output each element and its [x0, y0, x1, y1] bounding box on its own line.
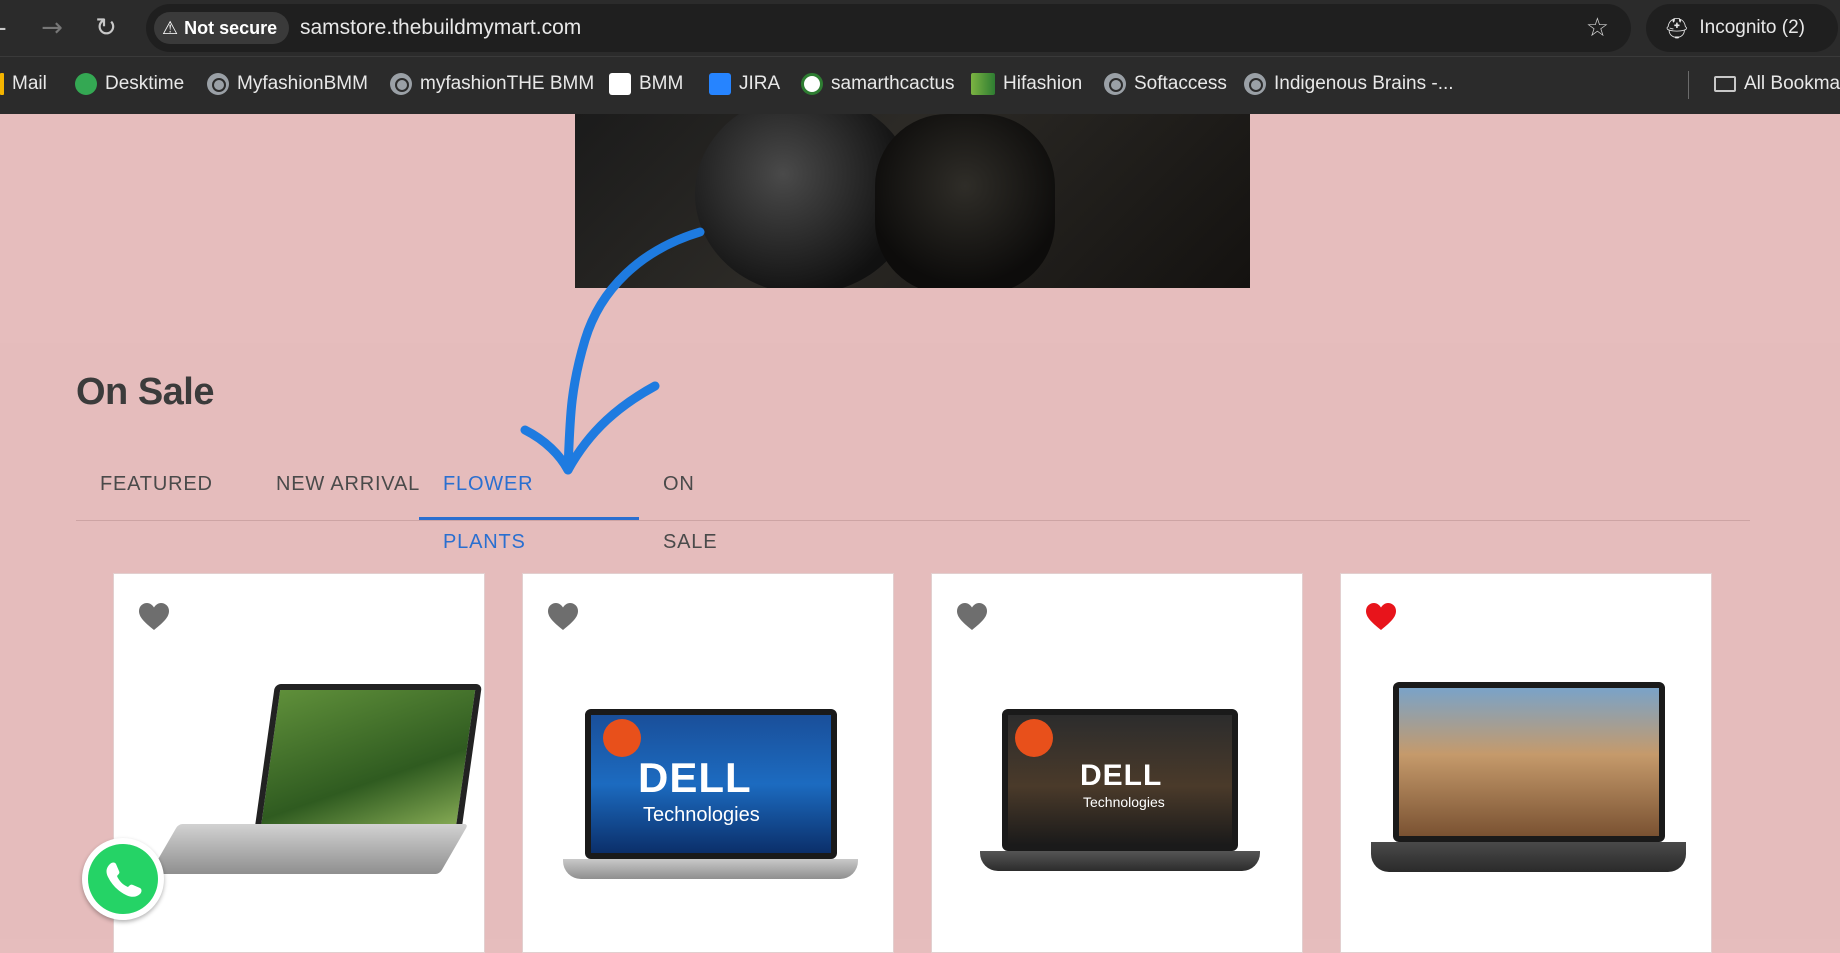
whatsapp-icon: [88, 844, 158, 914]
product-image[interactable]: DELL Technologies: [980, 709, 1260, 879]
bookmarks-bar: Mail Desktime MyfashionBMM myfashionTHE …: [0, 56, 1840, 114]
address-bar[interactable]: ⚠ Not secure samstore.thebuildmymart.com…: [146, 4, 1631, 52]
product-card[interactable]: DELL Technologies: [931, 573, 1303, 953]
dell-tagline: Technologies: [1083, 794, 1165, 810]
url-text[interactable]: samstore.thebuildmymart.com: [300, 16, 581, 40]
jira-icon: [709, 73, 731, 95]
bookmark-bmm[interactable]: BMM: [609, 73, 683, 95]
tab-flower-plants[interactable]: FLOWER PLANTS: [419, 455, 639, 553]
product-tabs: FEATURED NEW ARRIVAL FLOWER PLANTS ON SA…: [76, 455, 1750, 553]
bookmark-myfashion-the-bmm[interactable]: myfashionTHE BMM: [390, 73, 594, 95]
product-image[interactable]: [144, 684, 483, 884]
product-image[interactable]: DELL Technologies: [563, 709, 858, 884]
wishlist-heart-icon[interactable]: [138, 602, 170, 632]
bookmark-mail[interactable]: Mail: [0, 73, 47, 95]
trusted-brand-badge-icon: [603, 719, 641, 757]
dell-logo: DELL: [1080, 759, 1163, 792]
globe-icon: [1244, 73, 1266, 95]
bookmark-softaccess[interactable]: Softaccess: [1104, 73, 1227, 95]
forward-arrow-icon[interactable]: →: [36, 12, 68, 44]
tab-featured[interactable]: FEATURED: [76, 455, 252, 520]
hifashion-icon: [971, 73, 995, 95]
bookmark-desktime[interactable]: Desktime: [75, 73, 184, 95]
whatsapp-chat-button[interactable]: [82, 838, 164, 920]
product-card[interactable]: DELL Technologies: [522, 573, 894, 953]
bookmark-star-icon[interactable]: ☆: [1586, 14, 1609, 42]
globe-icon: [1104, 73, 1126, 95]
bookmark-indigenous-brains[interactable]: Indigenous Brains -...: [1244, 73, 1454, 95]
security-chip[interactable]: ⚠ Not secure: [154, 12, 290, 44]
tab-new-arrival[interactable]: NEW ARRIVAL: [252, 455, 446, 520]
globe-icon: [390, 73, 412, 95]
back-arrow-icon[interactable]: ‐: [0, 12, 18, 44]
bookmark-myfashionbmm[interactable]: MyfashionBMM: [207, 73, 368, 95]
browser-toolbar: ‐ → ↻ ⚠ Not secure samstore.thebuildmyma…: [0, 0, 1840, 56]
incognito-label: Incognito (2): [1699, 17, 1806, 38]
wishlist-heart-icon[interactable]: [1365, 602, 1397, 632]
trusted-brand-badge-icon: [1015, 719, 1053, 757]
bookmark-samarthcactus[interactable]: samarthcactus: [801, 73, 955, 95]
tab-on-sale[interactable]: ON SALE: [639, 455, 779, 553]
reload-icon[interactable]: ↻: [90, 12, 122, 44]
bookmarks-divider: [1688, 71, 1689, 99]
wishlist-heart-icon[interactable]: [547, 602, 579, 632]
warning-icon: ⚠: [162, 17, 179, 39]
bookmark-hifashion[interactable]: Hifashion: [971, 73, 1082, 95]
mail-icon: [0, 73, 4, 95]
section-title: On Sale: [76, 371, 215, 413]
dell-logo: DELL: [638, 754, 752, 801]
desktime-icon: [75, 73, 97, 95]
globe-icon: [207, 73, 229, 95]
bmm-icon: [609, 73, 631, 95]
cactus-icon: [801, 73, 823, 95]
product-card[interactable]: [113, 573, 485, 953]
video-figure: [875, 114, 1055, 288]
incognito-button[interactable]: ⛑ Incognito (2): [1646, 4, 1838, 52]
dell-tagline: Technologies: [643, 804, 760, 826]
folder-icon: [1714, 76, 1736, 92]
wishlist-heart-icon[interactable]: [956, 602, 988, 632]
bookmark-jira[interactable]: JIRA: [709, 73, 780, 95]
promo-video[interactable]: [575, 114, 1250, 288]
product-image[interactable]: [1371, 682, 1686, 882]
security-label: Not secure: [184, 17, 278, 38]
product-card[interactable]: [1340, 573, 1712, 953]
bookmark-all-bookmarks[interactable]: All Bookma: [1714, 73, 1840, 95]
incognito-icon: ⛑: [1664, 16, 1690, 40]
